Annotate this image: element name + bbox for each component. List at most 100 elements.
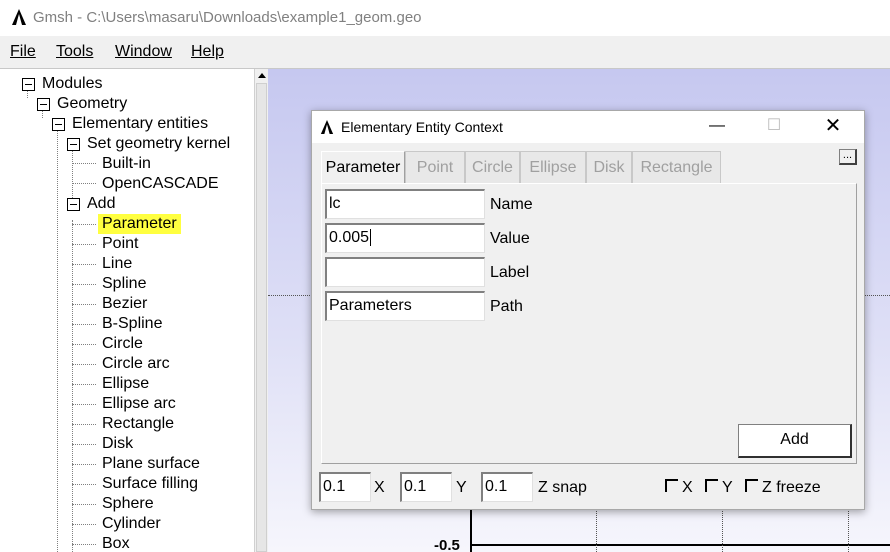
collapse-icon[interactable] — [67, 138, 80, 151]
snap-x-input[interactable]: 0.1 — [319, 472, 371, 502]
path-field[interactable]: Parameters — [325, 291, 485, 321]
menu-window-label: Window — [115, 43, 172, 60]
label-field[interactable] — [325, 257, 485, 287]
tab-parameter[interactable]: Parameter — [321, 151, 405, 183]
menu-help[interactable]: Help — [191, 43, 224, 61]
snap-z-label: Z snap — [538, 479, 587, 496]
name-label: Name — [490, 196, 533, 213]
minimize-icon[interactable]: — — [702, 115, 732, 137]
app-title-bar: Gmsh - C:\Users\masaru\Downloads\example… — [0, 0, 890, 36]
dialog-title-bar[interactable]: Elementary Entity Context — ☐ ✕ — [312, 111, 864, 143]
collapse-icon[interactable] — [22, 78, 35, 91]
grid-line — [848, 509, 849, 552]
grid-line — [722, 509, 723, 552]
tree-item-ellipse[interactable]: Ellipse — [102, 374, 149, 394]
freeze-z-label: Z freeze — [762, 479, 821, 496]
freeze-x-checkbox[interactable]: X — [665, 479, 693, 497]
tree-connector — [72, 284, 96, 285]
value-field[interactable]: 0.005 — [325, 223, 485, 253]
tab-circle[interactable]: Circle — [465, 151, 520, 183]
value-label: Value — [490, 230, 530, 247]
more-button[interactable]: ... — [839, 149, 857, 165]
tree-item-ellipse-arc[interactable]: Ellipse arc — [102, 394, 176, 414]
collapse-icon[interactable] — [67, 198, 80, 211]
maximize-icon[interactable]: ☐ — [759, 115, 789, 137]
tree-item-opencascade[interactable]: OpenCASCADE — [102, 174, 219, 194]
module-tree: Modules Geometry Elementary entities Set… — [0, 69, 254, 552]
menu-tools[interactable]: Tools — [56, 43, 93, 61]
menu-tools-label: Tools — [56, 43, 94, 60]
checkbox-icon — [745, 479, 758, 492]
tree-connector — [72, 524, 96, 525]
collapse-icon[interactable] — [37, 98, 50, 111]
tree-item-disk[interactable]: Disk — [102, 434, 133, 454]
tree-connector — [72, 504, 96, 505]
menu-bar: File Tools Window Help — [0, 36, 890, 69]
snap-x-label: X — [374, 479, 385, 496]
tab-rectangle[interactable]: Rectangle — [632, 151, 721, 183]
freeze-y-checkbox[interactable]: Y — [705, 479, 733, 497]
close-icon[interactable]: ✕ — [818, 115, 848, 137]
axis-line — [470, 509, 472, 552]
tree-item-circle-arc[interactable]: Circle arc — [102, 354, 170, 374]
tree-node-label: Modules — [42, 75, 103, 92]
path-label: Path — [490, 298, 523, 315]
tree-connector — [72, 344, 96, 345]
scroll-up-icon[interactable] — [258, 73, 266, 78]
window-title: Gmsh - C:\Users\masaru\Downloads\example… — [33, 9, 422, 26]
dialog-title: Elementary Entity Context — [341, 119, 503, 135]
tree-item-cylinder[interactable]: Cylinder — [102, 514, 161, 534]
tree-connector — [72, 424, 96, 425]
tree-item-built-in[interactable]: Built-in — [102, 154, 151, 174]
tree-connector — [72, 364, 96, 365]
snap-y-input[interactable]: 0.1 — [400, 472, 452, 502]
scrollbar-thumb[interactable] — [256, 83, 267, 552]
label-label: Label — [490, 264, 530, 281]
tree-connector — [72, 220, 73, 552]
tab-ellipse[interactable]: Ellipse — [520, 151, 586, 183]
tree-connector — [72, 304, 96, 305]
snap-y-label: Y — [456, 479, 467, 496]
tree-item-line[interactable]: Line — [102, 254, 132, 274]
elementary-entity-dialog: Elementary Entity Context — ☐ ✕ Paramete… — [311, 110, 865, 510]
tree-node-label: Geometry — [57, 95, 128, 112]
tree-item-bezier[interactable]: Bezier — [102, 294, 147, 314]
tree-item-spline[interactable]: Spline — [102, 274, 146, 294]
name-field[interactable]: lc — [325, 189, 485, 219]
tab-disk[interactable]: Disk — [586, 151, 632, 183]
tree-connector — [72, 484, 96, 485]
tree-item-point[interactable]: Point — [102, 234, 138, 254]
tree-connector — [72, 464, 96, 465]
tree-item-plane-surface[interactable]: Plane surface — [102, 454, 200, 474]
tree-connector — [72, 224, 96, 225]
tree-item-box[interactable]: Box — [102, 534, 130, 552]
tree-connector — [72, 183, 96, 184]
tree-item-surface-filling[interactable]: Surface filling — [102, 474, 198, 494]
menu-help-label: Help — [191, 43, 224, 60]
tree-scrollbar[interactable] — [254, 69, 268, 552]
tree-connector — [72, 264, 96, 265]
menu-file[interactable]: File — [10, 43, 36, 61]
tree-item-circle[interactable]: Circle — [102, 334, 143, 354]
axis-line — [470, 544, 890, 546]
snap-z-input[interactable]: 0.1 — [481, 472, 533, 502]
tree-item-parameter[interactable]: Parameter — [98, 214, 181, 234]
axis-tick-label: -0.5 — [434, 537, 460, 552]
value-field-text: 0.005 — [329, 229, 370, 246]
tree-item-rectangle[interactable]: Rectangle — [102, 414, 174, 434]
menu-window[interactable]: Window — [115, 43, 172, 61]
checkbox-icon — [705, 479, 718, 492]
tree-item-b-spline[interactable]: B-Spline — [102, 314, 162, 334]
freeze-z-checkbox[interactable]: Z freeze — [745, 479, 821, 497]
collapse-icon[interactable] — [52, 118, 65, 131]
tree-connector — [72, 244, 96, 245]
gmsh-logo-icon — [12, 9, 26, 25]
tree-node-label: Add — [87, 195, 116, 212]
add-button[interactable]: Add — [738, 424, 852, 458]
tree-connector — [72, 384, 96, 385]
menu-file-label: File — [10, 43, 36, 60]
tree-connector — [72, 163, 96, 164]
tab-point[interactable]: Point — [405, 151, 465, 183]
tree-node-label: Set geometry kernel — [87, 135, 231, 152]
tree-item-sphere[interactable]: Sphere — [102, 494, 154, 514]
